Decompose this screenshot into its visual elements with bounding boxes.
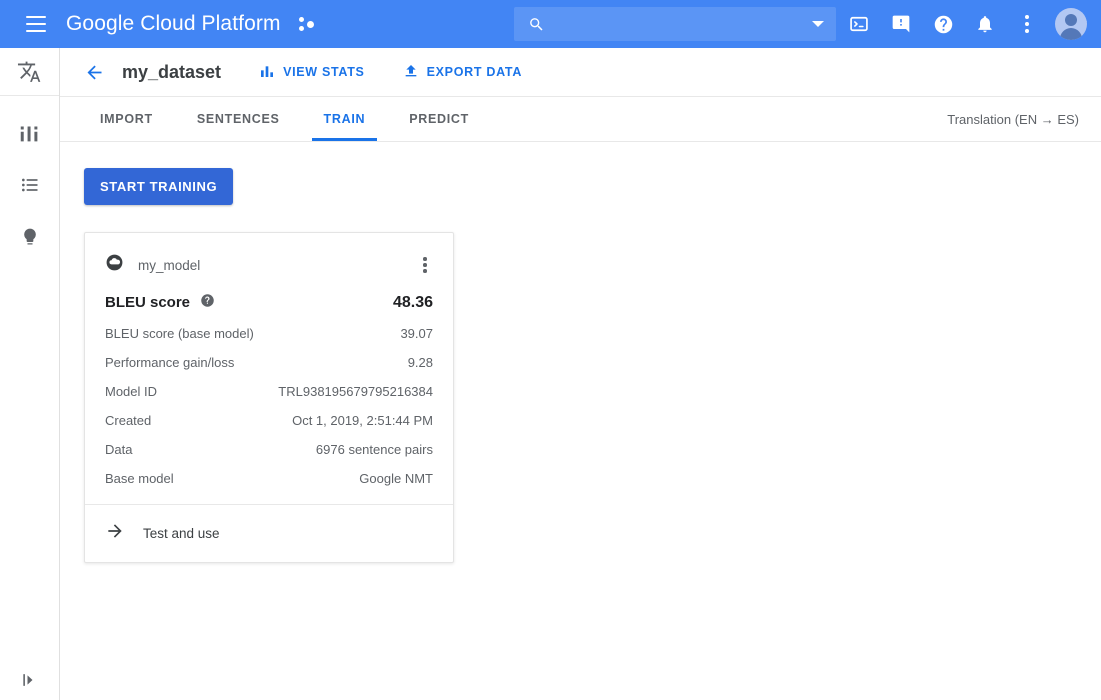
search-bar[interactable] xyxy=(514,7,836,41)
train-panel: START TRAINING my_model BLEU score xyxy=(60,142,1101,563)
model-card-header: my_model xyxy=(85,233,453,277)
automl-model-icon xyxy=(105,253,124,277)
model-card-row: Created Oct 1, 2019, 2:51:44 PM xyxy=(105,399,433,428)
bleu-score-row: BLEU score 48.36 xyxy=(105,277,433,312)
row-label: BLEU score (base model) xyxy=(105,326,254,341)
start-training-button[interactable]: START TRAINING xyxy=(84,168,233,205)
tab-predict[interactable]: PREDICT xyxy=(387,97,491,141)
dataset-subheader: my_dataset VIEW STATS EXPORT DATA xyxy=(60,48,1101,97)
help-circle-icon[interactable] xyxy=(200,293,215,312)
search-chevron-down-icon[interactable] xyxy=(812,21,824,27)
row-value: 9.28 xyxy=(408,355,433,370)
test-and-use-button[interactable]: Test and use xyxy=(85,504,453,562)
rail-items xyxy=(0,96,59,254)
top-bar-actions xyxy=(839,0,1093,48)
account-avatar[interactable] xyxy=(1055,8,1087,40)
model-card-row: Base model Google NMT xyxy=(105,457,433,486)
tab-sentences[interactable]: SENTENCES xyxy=(175,97,302,141)
project-dots-icon[interactable] xyxy=(299,13,317,35)
upload-icon xyxy=(403,63,419,82)
search-icon xyxy=(528,16,545,33)
translation-direction-label: Translation (EN → ES) xyxy=(947,97,1101,141)
expand-panel-icon[interactable] xyxy=(0,670,60,690)
help-icon[interactable] xyxy=(923,4,963,44)
row-value: Google NMT xyxy=(359,471,433,486)
export-data-button[interactable]: EXPORT DATA xyxy=(403,63,522,82)
bleu-score-label: BLEU score xyxy=(105,294,190,311)
model-card-row: Data 6976 sentence pairs xyxy=(105,428,433,457)
model-card-row: BLEU score (base model) 39.07 xyxy=(105,312,433,341)
feedback-icon[interactable] xyxy=(881,4,921,44)
arrow-right-icon xyxy=(105,521,125,546)
bleu-score-label-group: BLEU score xyxy=(105,293,215,312)
more-vert-icon[interactable] xyxy=(415,255,435,275)
model-card: my_model BLEU score 48.36 xyxy=(84,232,454,563)
export-data-label: EXPORT DATA xyxy=(427,65,522,79)
page-title: my_dataset xyxy=(122,62,221,83)
view-stats-button[interactable]: VIEW STATS xyxy=(259,63,365,82)
sidebar-item-dashboard[interactable] xyxy=(10,116,50,150)
translate-icon[interactable] xyxy=(0,48,59,96)
tab-bar: IMPORT SENTENCES TRAIN PREDICT Translati… xyxy=(60,97,1101,142)
model-name: my_model xyxy=(138,258,200,273)
bleu-score-value: 48.36 xyxy=(393,294,433,312)
row-label: Model ID xyxy=(105,384,157,399)
brand-title[interactable]: Google Cloud Platform xyxy=(66,12,281,36)
hamburger-line xyxy=(26,30,46,32)
hamburger-line xyxy=(26,23,46,25)
hamburger-menu-icon[interactable] xyxy=(12,0,60,48)
more-options-icon[interactable] xyxy=(1007,4,1047,44)
tab-import[interactable]: IMPORT xyxy=(78,97,175,141)
view-stats-label: VIEW STATS xyxy=(283,65,365,79)
notifications-bell-icon[interactable] xyxy=(965,4,1005,44)
row-value: 6976 sentence pairs xyxy=(316,442,433,457)
top-app-bar: Google Cloud Platform xyxy=(0,0,1101,48)
model-card-row: Performance gain/loss 9.28 xyxy=(105,341,433,370)
row-label: Base model xyxy=(105,471,174,486)
tab-train[interactable]: TRAIN xyxy=(302,97,388,141)
row-value: TRL938195679795216384 xyxy=(278,384,433,399)
bar-chart-icon xyxy=(259,63,275,82)
row-label: Performance gain/loss xyxy=(105,355,234,370)
sidebar-item-datasets[interactable] xyxy=(10,168,50,202)
test-and-use-label: Test and use xyxy=(143,526,220,541)
row-label: Data xyxy=(105,442,132,457)
left-rail xyxy=(0,48,60,700)
cloud-shell-icon[interactable] xyxy=(839,4,879,44)
search-input[interactable] xyxy=(555,15,812,33)
row-value: Oct 1, 2019, 2:51:44 PM xyxy=(292,413,433,428)
row-label: Created xyxy=(105,413,151,428)
row-value: 39.07 xyxy=(400,326,433,341)
hamburger-line xyxy=(26,16,46,18)
sidebar-item-getting-started[interactable] xyxy=(10,220,50,254)
model-card-row: Model ID TRL938195679795216384 xyxy=(105,370,433,399)
main-content: my_dataset VIEW STATS EXPORT DATA IMPORT… xyxy=(60,48,1101,700)
model-card-body: BLEU score 48.36 BLEU score (base model)… xyxy=(85,277,453,504)
back-arrow-icon[interactable] xyxy=(78,56,110,88)
